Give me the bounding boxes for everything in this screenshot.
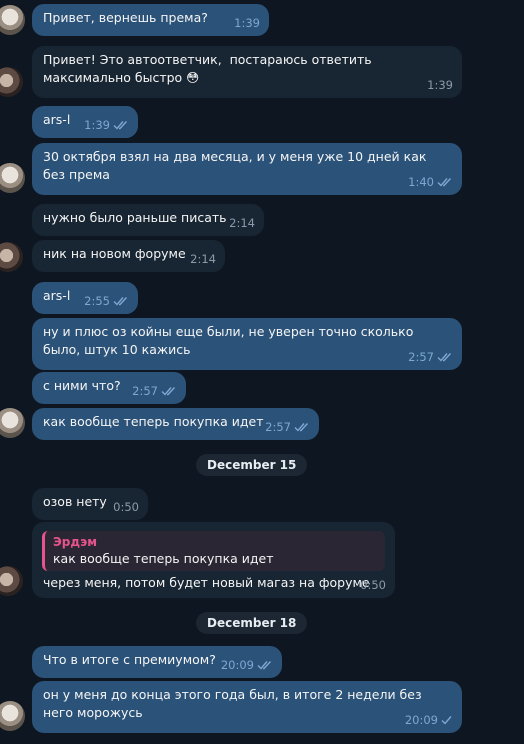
message-meta: 2:57 xyxy=(132,382,177,400)
read-double-check-icon xyxy=(113,296,129,306)
message-time: 2:14 xyxy=(190,252,216,266)
message-meta: 2:57 xyxy=(408,348,453,366)
message-meta: 0:50 xyxy=(113,498,139,516)
read-double-check-icon xyxy=(437,177,453,187)
message-time: 1:40 xyxy=(408,175,434,189)
message-bubble[interactable]: ну и плюс оз койны еще были, не уверен т… xyxy=(32,318,462,370)
message-text: ник на новом форуме xyxy=(43,246,186,261)
avatar-contact[interactable] xyxy=(0,67,23,97)
message-bubble[interactable]: нужно было раньше писать 2:14 xyxy=(32,204,264,236)
message-text: через меня, потом будет новый магаз на ф… xyxy=(43,575,370,590)
avatar-user[interactable] xyxy=(0,701,25,731)
message-time: 2:57 xyxy=(408,350,434,364)
message-meta: 1:39 xyxy=(427,76,453,94)
read-double-check-icon xyxy=(294,422,310,432)
message-meta: 1:39 xyxy=(234,14,260,32)
message-bubble[interactable]: ars-l 1:39 xyxy=(32,106,138,138)
date-separator: December 15 xyxy=(196,454,308,476)
reply-author: Эрдэм xyxy=(53,535,98,549)
message-text: ars-l xyxy=(43,112,71,127)
avatar-contact[interactable] xyxy=(0,566,23,596)
message-text: с ними что? xyxy=(43,378,121,393)
message-text: озов нету xyxy=(43,494,107,509)
avatar-contact[interactable] xyxy=(0,242,23,272)
message-time: 20:09 xyxy=(404,713,438,727)
message-bubble[interactable]: озов нету 0:50 xyxy=(32,488,148,520)
message-time: 0:50 xyxy=(113,500,139,514)
message-meta: 20:09 xyxy=(221,656,273,674)
message-bubble[interactable]: Эрдэм как вообще теперь покупка идет чер… xyxy=(32,522,395,598)
read-double-check-icon xyxy=(161,386,177,396)
reply-quote[interactable]: Эрдэм как вообще теперь покупка идет xyxy=(42,531,385,571)
message-text: 30 октября взял на два месяца, и у меня … xyxy=(43,149,431,182)
read-double-check-icon xyxy=(257,660,273,670)
message-bubble[interactable]: как вообще теперь покупка идет 2:57 xyxy=(32,408,319,440)
message-text: ну и плюс оз койны еще были, не уверен т… xyxy=(43,324,418,357)
message-meta: 0:50 xyxy=(360,576,386,594)
message-bubble[interactable]: Привет! Это автоответчик, постараюсь отв… xyxy=(32,46,462,98)
message-bubble[interactable]: с ними что? 2:57 xyxy=(32,372,186,404)
date-separator: December 18 xyxy=(196,612,308,634)
message-bubble[interactable]: ник на новом форуме 2:14 xyxy=(32,240,225,272)
message-meta: 1:39 xyxy=(84,116,129,134)
avatar-user[interactable] xyxy=(0,163,25,193)
chat-history: Привет, вернешь према? 1:39 Привет! Это … xyxy=(0,0,524,744)
message-meta: 20:09 xyxy=(405,711,453,729)
message-bubble[interactable]: Привет, вернешь према? 1:39 xyxy=(32,4,269,36)
avatar-user[interactable] xyxy=(0,408,25,438)
message-time: 2:14 xyxy=(229,216,255,230)
message-text: как вообще теперь покупка идет xyxy=(43,414,264,429)
message-text: Привет! Это автоответчик, постараюсь отв… xyxy=(43,52,376,85)
message-meta: 1:40 xyxy=(408,173,453,191)
message-bubble[interactable]: он у меня до конца этого года был, в ито… xyxy=(32,681,462,733)
message-time: 1:39 xyxy=(234,16,260,30)
message-time: 1:39 xyxy=(427,78,453,92)
message-time: 1:39 xyxy=(84,118,110,132)
message-text: Что в итоге с премиумом? xyxy=(43,652,216,667)
message-bubble[interactable]: ars-l 2:55 xyxy=(32,282,138,314)
read-double-check-icon xyxy=(113,120,129,130)
message-meta: 2:14 xyxy=(190,250,216,268)
message-meta: 2:57 xyxy=(265,418,310,436)
message-time: 2:57 xyxy=(265,420,291,434)
message-text: Привет, вернешь према? xyxy=(43,10,208,25)
message-text: он у меня до конца этого года был, в ито… xyxy=(43,687,426,720)
message-text: нужно было раньше писать xyxy=(43,210,227,225)
message-time: 2:57 xyxy=(132,384,158,398)
message-bubble[interactable]: 30 октября взял на два месяца, и у меня … xyxy=(32,143,462,195)
message-meta: 2:14 xyxy=(229,214,255,232)
single-check-icon xyxy=(441,715,453,725)
message-text: ars-l xyxy=(43,288,71,303)
message-bubble[interactable]: Что в итоге с премиумом? 20:09 xyxy=(32,646,282,678)
message-time: 2:55 xyxy=(84,294,110,308)
reply-text: как вообще теперь покупка идет xyxy=(53,551,274,566)
read-double-check-icon xyxy=(437,352,453,362)
message-time: 0:50 xyxy=(360,578,386,592)
message-meta: 2:55 xyxy=(84,292,129,310)
avatar-user[interactable] xyxy=(0,5,25,35)
message-time: 20:09 xyxy=(220,658,254,672)
